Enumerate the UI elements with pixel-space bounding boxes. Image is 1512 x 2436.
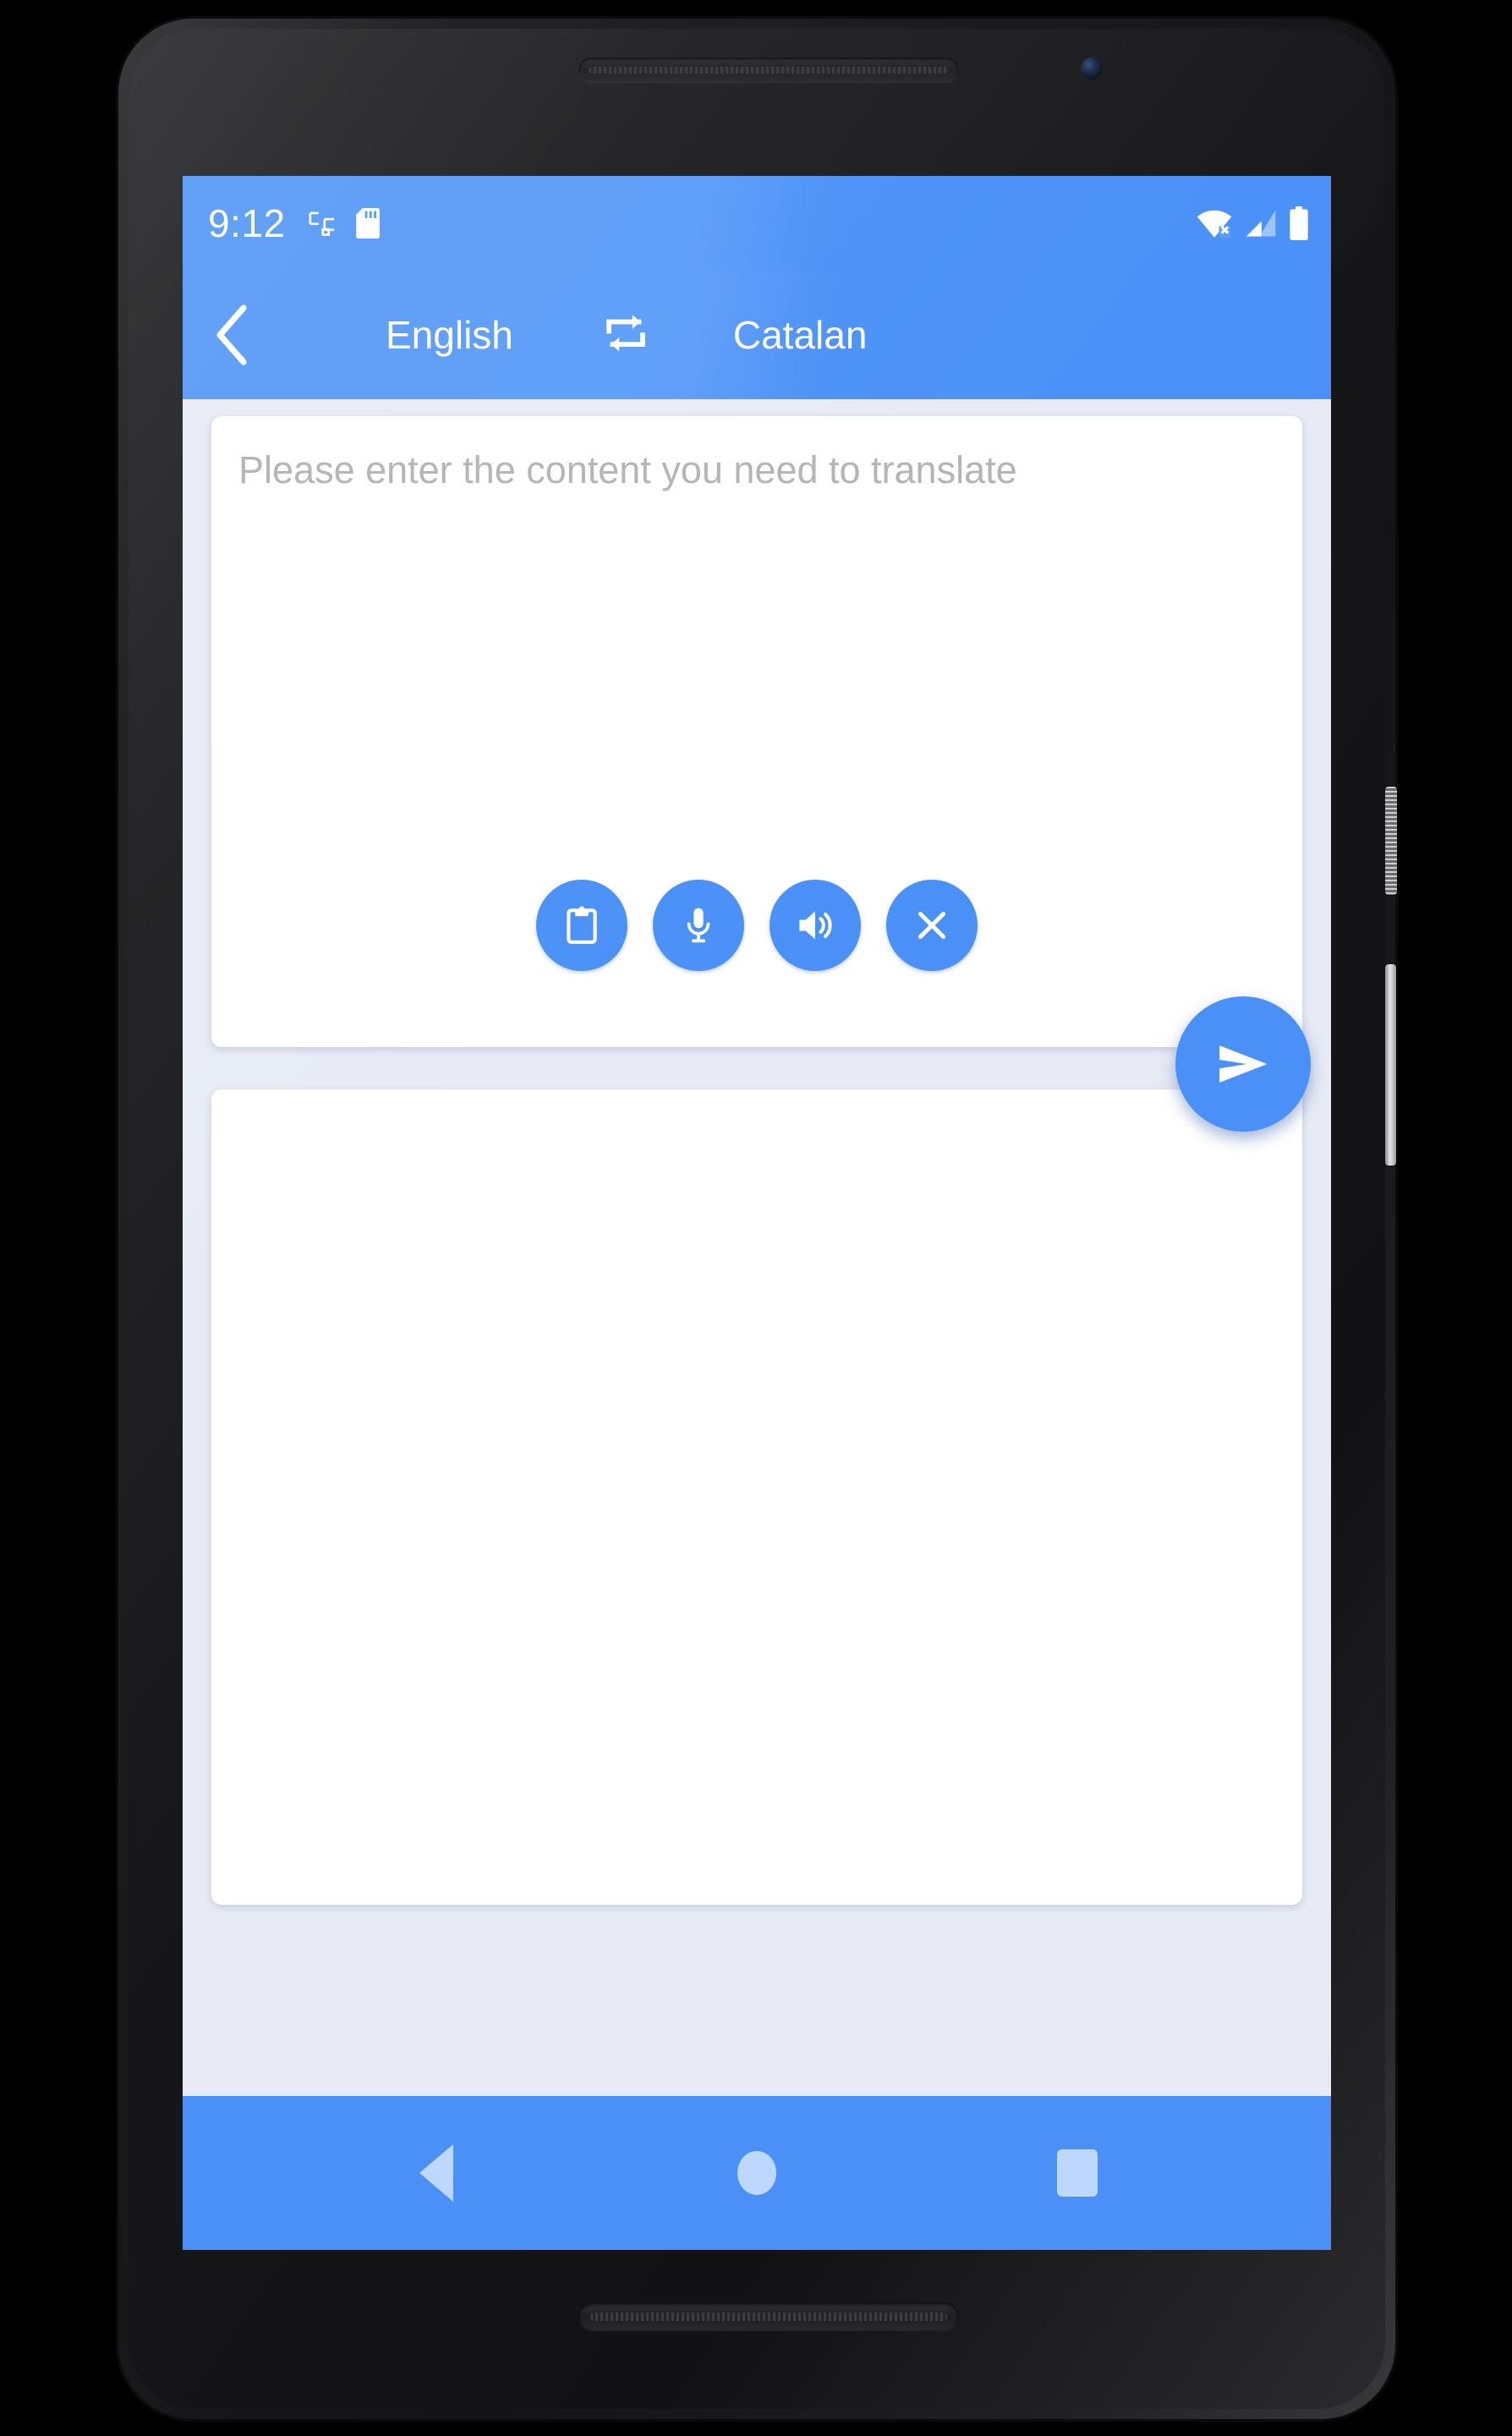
source-action-row — [211, 880, 1302, 971]
nav-recents-button[interactable] — [1014, 2096, 1141, 2250]
swap-languages-button[interactable] — [594, 304, 657, 366]
sd-card-icon — [355, 208, 381, 239]
status-bar: 9:12 — [183, 176, 1331, 271]
translation-result-card[interactable] — [211, 1089, 1302, 1905]
send-translate-button[interactable] — [1175, 996, 1311, 1132]
earpiece-speaker-icon — [578, 58, 959, 83]
speaker-icon — [793, 903, 837, 947]
back-chevron-icon — [211, 303, 255, 367]
power-button[interactable] — [1385, 787, 1397, 895]
microphone-icon — [677, 904, 720, 946]
app-bar: English Catalan — [183, 271, 1331, 399]
android-navigation-bar — [183, 2096, 1331, 2250]
back-button[interactable] — [183, 271, 284, 399]
target-language-selector[interactable]: Catalan — [733, 312, 868, 358]
send-paper-plane-icon — [1211, 1032, 1275, 1096]
speak-text-button[interactable] — [770, 880, 861, 971]
circle-home-icon — [737, 2151, 776, 2195]
content-area — [183, 399, 1331, 2096]
close-x-icon — [911, 904, 953, 946]
status-bar-right-icons — [1196, 206, 1309, 240]
status-bar-left-icons — [308, 208, 381, 239]
translation-result-text — [211, 1089, 1302, 1147]
swap-languages-icon — [600, 309, 652, 361]
cellular-signal-icon — [1245, 208, 1277, 239]
paste-clipboard-button[interactable] — [536, 880, 627, 971]
source-text-input[interactable] — [211, 416, 1302, 873]
clear-text-button[interactable] — [886, 880, 978, 971]
nav-back-button[interactable] — [373, 2096, 500, 2250]
source-text-card — [211, 416, 1302, 1047]
wifi-disconnected-icon — [1196, 208, 1233, 239]
square-recents-icon — [1057, 2149, 1098, 2197]
screen-cast-icon — [308, 209, 337, 238]
status-bar-clock: 9:12 — [208, 201, 286, 245]
front-camera-icon — [1081, 58, 1103, 80]
nav-home-button[interactable] — [693, 2096, 820, 2250]
volume-rocker-button[interactable] — [1385, 964, 1396, 1166]
bottom-speaker-icon — [578, 2302, 959, 2331]
voice-input-button[interactable] — [653, 880, 744, 971]
battery-full-icon — [1289, 206, 1309, 240]
clipboard-icon — [561, 904, 603, 946]
phone-screen: 9:12 English Catalan Please enter the co… — [183, 176, 1331, 2250]
triangle-back-icon — [419, 2144, 453, 2202]
source-language-selector[interactable]: English — [386, 312, 513, 358]
